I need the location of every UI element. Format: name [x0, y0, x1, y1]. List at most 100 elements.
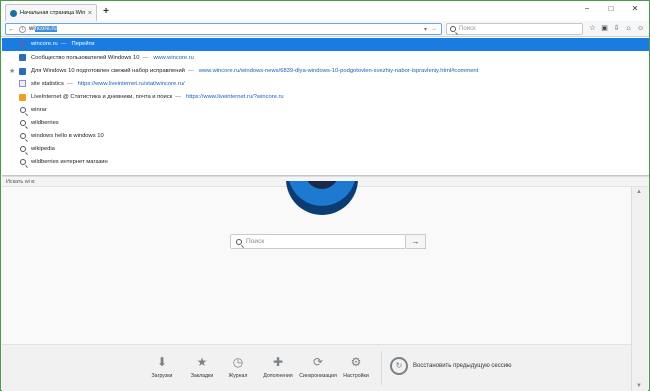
- new-tab-button[interactable]: +: [100, 6, 112, 18]
- suggestion-row[interactable]: wincore.ru — Перейти: [2, 38, 649, 51]
- suggestion-url: https://www.liveinternet.ru/stat/wincore…: [77, 80, 185, 87]
- suggestion-url: www.wincore.ru/windows-news/6839-dlya-wi…: [198, 68, 479, 75]
- go-arrow-icon[interactable]: →: [431, 26, 437, 33]
- suggestion-row[interactable]: winrar: [2, 104, 649, 117]
- autocomplete-popup: wincore.ru — Перейти Сообщество пользова…: [2, 37, 649, 176]
- url-input[interactable]: wincore.ru: [29, 26, 57, 32]
- suggestion-title: Сообщество пользователей Windows 10: [31, 54, 140, 61]
- suggestion-title: windows hello в windows 10: [31, 132, 104, 139]
- dropmarker-icon[interactable]: ▾: [424, 26, 427, 33]
- suggestion-dash: —: [175, 94, 181, 101]
- sync-icon: ⟳: [312, 355, 324, 369]
- suggestion-title: wikipedia: [31, 145, 55, 152]
- launcher-bar: ⬇ Загрузки ★ Закладки ◷ Журнал ✚ Дополне…: [2, 344, 631, 391]
- search-with-label: Искать wi в:: [6, 179, 36, 185]
- suggestion-row[interactable]: Сообщество пользователей Windows 10 — ww…: [2, 52, 649, 65]
- toolbar-icons: ☆ ▣ ⇩ ⌂ ☺ ≡: [589, 23, 650, 35]
- suggestion-title: Для Windows 10 подготовлен свежий набор …: [31, 68, 185, 75]
- scroll-up-icon[interactable]: ▲: [636, 189, 642, 195]
- launch-label: Журнал: [228, 373, 248, 379]
- browser-window: Начальная страница Windo × + − □ ✕ ← i w…: [0, 0, 650, 391]
- suggestion-title: site statistics: [31, 80, 64, 87]
- firefox-favicon-icon: [10, 9, 17, 17]
- liveinternet-icon: [19, 93, 26, 101]
- pocket-icon[interactable]: ☺: [637, 25, 644, 33]
- page-scrollbar[interactable]: ▲ ▼: [631, 187, 648, 391]
- library-icon[interactable]: ▣: [601, 25, 608, 33]
- suggestion-row[interactable]: wikipedia: [2, 143, 649, 156]
- launch-label: Закладки: [190, 373, 214, 379]
- suggestion-dash: —: [142, 54, 149, 61]
- suggestion-row[interactable]: wildberries: [2, 117, 649, 130]
- settings-button[interactable]: ⚙ Настройки: [334, 351, 378, 385]
- gear-icon: ⚙: [350, 355, 362, 369]
- url-bar[interactable]: ← i wincore.ru ▾ →: [5, 23, 442, 35]
- tab-title: Начальная страница Windo: [20, 10, 85, 16]
- downloads-button[interactable]: ⬇ Загрузки: [140, 351, 184, 385]
- search-bar[interactable]: Поиск: [446, 23, 583, 35]
- suggestion-title: wildberries: [31, 119, 59, 126]
- search-icon: [450, 26, 456, 32]
- maximize-button[interactable]: □: [599, 1, 623, 15]
- tab-close-icon[interactable]: ×: [88, 10, 92, 17]
- addons-button[interactable]: ✚ Дополнения: [256, 351, 300, 385]
- downloads-icon: ⬇: [156, 355, 168, 369]
- site-favicon-icon: [19, 67, 26, 75]
- bookmark-star-icon[interactable]: ☆: [589, 25, 596, 33]
- site-info-icon[interactable]: i: [19, 25, 26, 33]
- page-search-go-button[interactable]: →: [406, 234, 426, 249]
- suggestion-url: https://www.liveinternet.ru/?wincore.ru: [186, 94, 284, 101]
- bookmarked-star-icon: ★: [9, 68, 16, 76]
- tab-start-page[interactable]: Начальная страница Windo ×: [5, 4, 97, 21]
- suggestion-url: www.wincore.ru: [153, 54, 194, 61]
- suggestion-row[interactable]: windows hello в windows 10: [2, 130, 649, 143]
- search-icon: [19, 132, 26, 139]
- firefox-logo: [286, 181, 358, 215]
- site-favicon-icon: [19, 54, 26, 62]
- suggestion-row[interactable]: ★ Для Windows 10 подготовлен свежий набо…: [2, 65, 649, 78]
- suggestion-title: wildberries интернет магазин: [31, 158, 108, 165]
- search-icon: [19, 106, 26, 113]
- stats-graph-icon: [19, 80, 26, 88]
- url-typed-text: wi: [29, 26, 35, 32]
- tab-strip: Начальная страница Windo × + − □ ✕: [1, 1, 649, 21]
- suggestion-action: Перейти: [71, 41, 95, 48]
- close-window-button[interactable]: ✕: [623, 1, 647, 15]
- suggestion-dash: —: [66, 80, 73, 87]
- globe-icon: [19, 40, 26, 48]
- scroll-down-icon[interactable]: ▼: [636, 383, 642, 389]
- launcher-divider: [381, 351, 382, 385]
- history-button[interactable]: ◷ Журнал: [216, 351, 260, 385]
- suggestion-title: winrar: [31, 106, 47, 113]
- downloads-icon[interactable]: ⇩: [613, 25, 620, 33]
- clock-icon: ◷: [232, 355, 244, 369]
- nav-toolbar: ← i wincore.ru ▾ → Поиск ☆ ▣ ⇩ ⌂ ☺ ≡: [1, 21, 649, 37]
- launch-label: Синхронизация: [299, 373, 337, 379]
- star-icon: ★: [196, 355, 208, 369]
- puzzle-icon: ✚: [272, 355, 284, 369]
- back-arrow-icon[interactable]: ←: [6, 24, 17, 35]
- url-bar-controls: ▾ →: [424, 26, 441, 33]
- minimize-button[interactable]: −: [575, 1, 599, 15]
- search-placeholder: Поиск: [459, 26, 476, 32]
- suggestion-row[interactable]: LiveInternet @ Статистика и дневники, по…: [2, 91, 649, 104]
- restore-session-button[interactable]: ↻ Восстановить предыдущую сессию: [390, 357, 512, 375]
- suggestion-dash: —: [187, 68, 194, 75]
- suggestion-title: LiveInternet @ Статистика и дневники, по…: [31, 94, 173, 101]
- search-icon: [19, 158, 26, 165]
- suggestion-row[interactable]: site statistics — https://www.liveintern…: [2, 78, 649, 91]
- launch-label: Дополнения: [263, 373, 293, 379]
- launch-label: Настройки: [343, 373, 369, 379]
- home-icon[interactable]: ⌂: [625, 25, 632, 33]
- search-icon: [19, 145, 26, 152]
- page-search-input[interactable]: Поиск: [230, 234, 406, 249]
- suggestion-title: wincore.ru: [31, 41, 58, 48]
- suggestion-dash: —: [60, 41, 67, 48]
- page-search-placeholder: Поиск: [246, 238, 265, 245]
- restore-icon: ↻: [390, 357, 408, 375]
- restore-session-label: Восстановить предыдущую сессию: [413, 363, 512, 369]
- url-autofill-selection: ncore.ru: [34, 26, 57, 32]
- search-icon: [19, 119, 26, 126]
- search-icon: [236, 238, 242, 245]
- suggestion-row[interactable]: wildberries интернет магазин: [2, 156, 649, 169]
